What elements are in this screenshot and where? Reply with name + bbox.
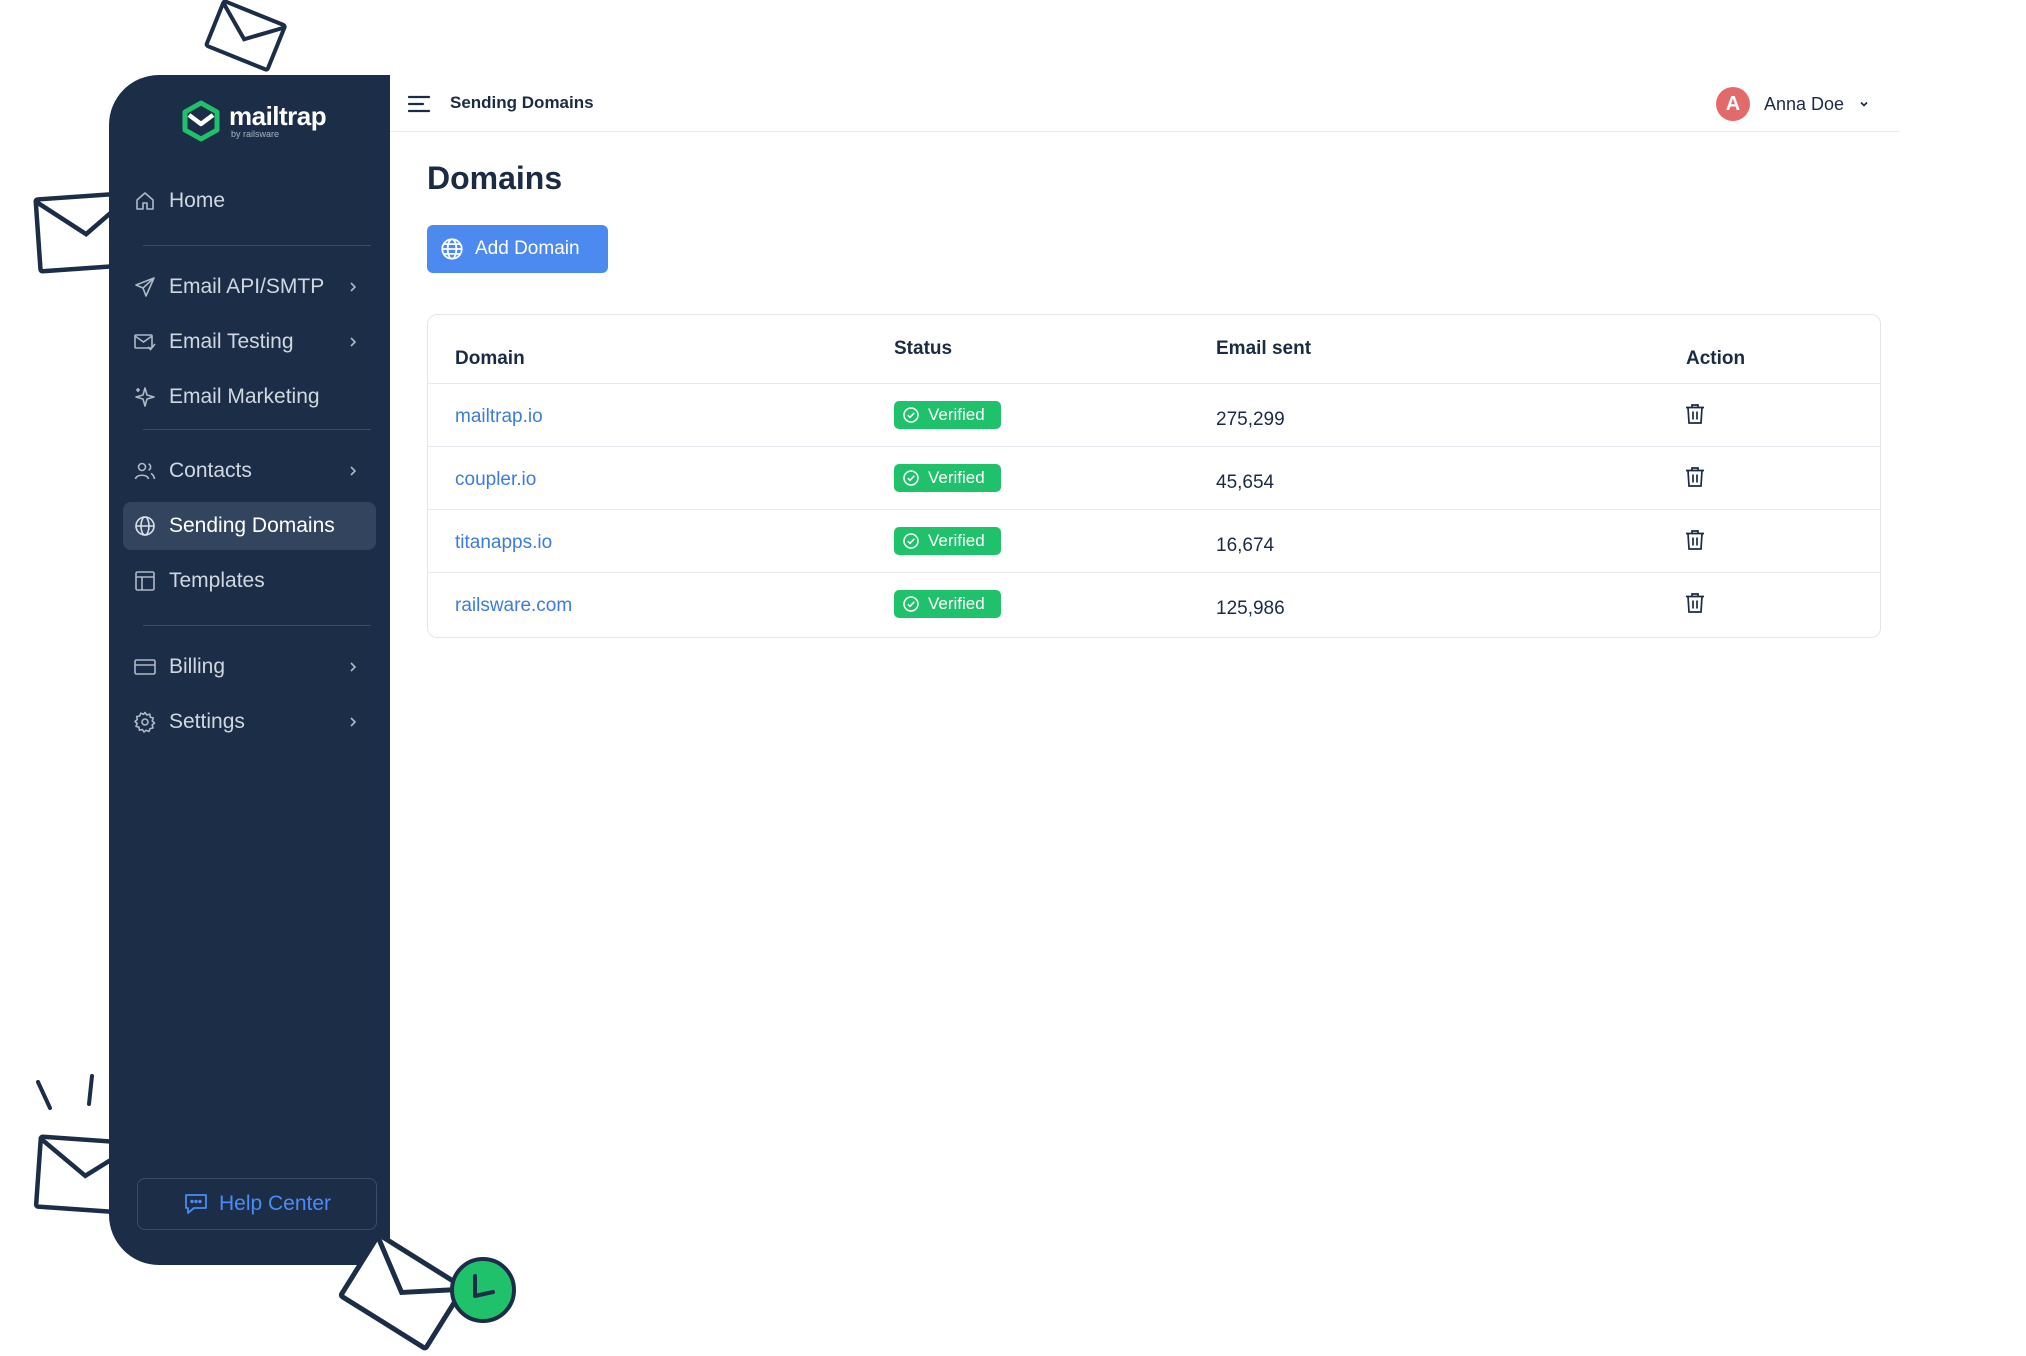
- domains-table: Domain Status Email sent Action mailtrap…: [427, 314, 1881, 638]
- sidebar-item-email-marketing[interactable]: Email Marketing: [123, 373, 376, 421]
- sidebar-item-label: Contacts: [169, 459, 252, 482]
- contacts-icon: [134, 462, 156, 480]
- template-icon: [135, 571, 155, 591]
- email-sent-value: 125,986: [1216, 598, 1285, 619]
- status-label: Verified: [928, 531, 985, 550]
- chevron-down-icon: [1860, 101, 1868, 107]
- sidebar-item-label: Sending Domains: [169, 514, 335, 537]
- sidebar-item-label: Home: [169, 189, 226, 212]
- gear-icon: [134, 711, 156, 733]
- status-label: Verified: [928, 594, 985, 613]
- sidebar-item-email-api-smtp[interactable]: Email API/SMTP: [123, 263, 376, 311]
- sidebar-item-contacts[interactable]: Contacts: [123, 447, 376, 495]
- email-testing-icon: [134, 334, 156, 351]
- trash-icon[interactable]: [1683, 402, 1707, 426]
- check-circle-icon: [903, 596, 919, 612]
- user-menu[interactable]: A Anna Doe: [1715, 87, 1870, 121]
- sidebar-item-label: Email Testing: [169, 330, 294, 353]
- email-sent-value: 45,654: [1216, 472, 1275, 493]
- mailtrap-logo[interactable]: mailtrap by railsware: [181, 100, 327, 142]
- chevron-right-icon: [350, 282, 357, 292]
- sparkle-icon: [135, 387, 155, 407]
- status-label: Verified: [928, 405, 985, 424]
- status-label: Verified: [928, 468, 985, 487]
- sidebar-item-home[interactable]: Home: [123, 177, 376, 225]
- sidebar-item-label: Billing: [169, 655, 226, 678]
- trash-icon[interactable]: [1683, 465, 1707, 489]
- sidebar-item-billing[interactable]: Billing: [123, 643, 376, 691]
- column-header-status: Status: [894, 338, 953, 359]
- home-icon: [136, 192, 154, 210]
- chevron-right-icon: [350, 466, 357, 476]
- email-sent-value: 275,299: [1216, 409, 1285, 430]
- chevron-right-icon: [350, 337, 357, 347]
- sidebar-divider: [143, 429, 371, 430]
- breadcrumb: Sending Domains: [450, 93, 594, 112]
- column-header-action: Action: [1686, 348, 1746, 369]
- help-center-button[interactable]: Help Center: [137, 1178, 377, 1230]
- trash-icon[interactable]: [1683, 528, 1707, 552]
- send-icon: [135, 277, 155, 297]
- globe-icon: [441, 238, 463, 260]
- status-badge: Verified: [894, 464, 1001, 492]
- card-icon: [134, 659, 156, 675]
- column-header-email-sent: Email sent: [1216, 338, 1312, 359]
- page-title: Domains: [427, 160, 563, 196]
- trash-icon[interactable]: [1683, 591, 1707, 615]
- domain-link[interactable]: titanapps.io: [455, 532, 552, 554]
- row-divider: [428, 446, 1880, 447]
- email-sent-value: 16,674: [1216, 535, 1275, 556]
- sidebar-item-sending-domains[interactable]: Sending Domains: [123, 502, 376, 550]
- envelope-decoration-top: [204, 0, 287, 72]
- brand-name: mailtrap: [229, 101, 327, 131]
- menu-icon[interactable]: [407, 94, 431, 114]
- globe-icon: [135, 516, 155, 536]
- domain-link[interactable]: mailtrap.io: [455, 406, 543, 428]
- user-name: Anna Doe: [1763, 93, 1844, 114]
- header-divider: [428, 383, 1880, 384]
- envelope-clock-decoration: [338, 1232, 516, 1351]
- check-circle-icon: [903, 407, 919, 423]
- sidebar-divider: [143, 245, 371, 246]
- domain-link[interactable]: railsware.com: [455, 595, 572, 617]
- top-bar: Sending Domains A Anna Doe: [390, 75, 1900, 132]
- sidebar-item-label: Templates: [169, 569, 265, 592]
- status-badge: Verified: [894, 527, 1001, 555]
- chat-bubble-icon: [185, 1194, 207, 1214]
- add-domain-label: Add Domain: [475, 238, 580, 259]
- brand-subtitle: by railsware: [231, 129, 280, 139]
- check-circle-icon: [903, 470, 919, 486]
- sidebar-item-label: Settings: [169, 710, 245, 733]
- check-circle-icon: [903, 533, 919, 549]
- sidebar-item-label: Email Marketing: [169, 385, 320, 408]
- sidebar-item-templates[interactable]: Templates: [123, 557, 376, 605]
- status-badge: Verified: [894, 401, 1001, 429]
- avatar: A: [1715, 87, 1750, 121]
- domain-link[interactable]: coupler.io: [455, 469, 536, 491]
- sidebar-item-label: Email API/SMTP: [169, 275, 325, 298]
- status-badge: Verified: [894, 590, 1001, 618]
- column-header-domain: Domain: [455, 348, 525, 369]
- sidebar-item-email-testing[interactable]: Email Testing: [123, 318, 376, 366]
- chevron-right-icon: [350, 662, 357, 672]
- sidebar-divider: [143, 625, 371, 626]
- mailtrap-logo-icon: [182, 100, 220, 142]
- chevron-right-icon: [350, 717, 357, 727]
- add-domain-button[interactable]: Add Domain: [427, 225, 608, 273]
- row-divider: [428, 572, 1880, 573]
- help-center-label: Help Center: [218, 1192, 332, 1215]
- row-divider: [428, 509, 1880, 510]
- sidebar: mailtrap by railsware Home Email API/SMT…: [109, 75, 390, 1265]
- sidebar-item-settings[interactable]: Settings: [123, 698, 376, 746]
